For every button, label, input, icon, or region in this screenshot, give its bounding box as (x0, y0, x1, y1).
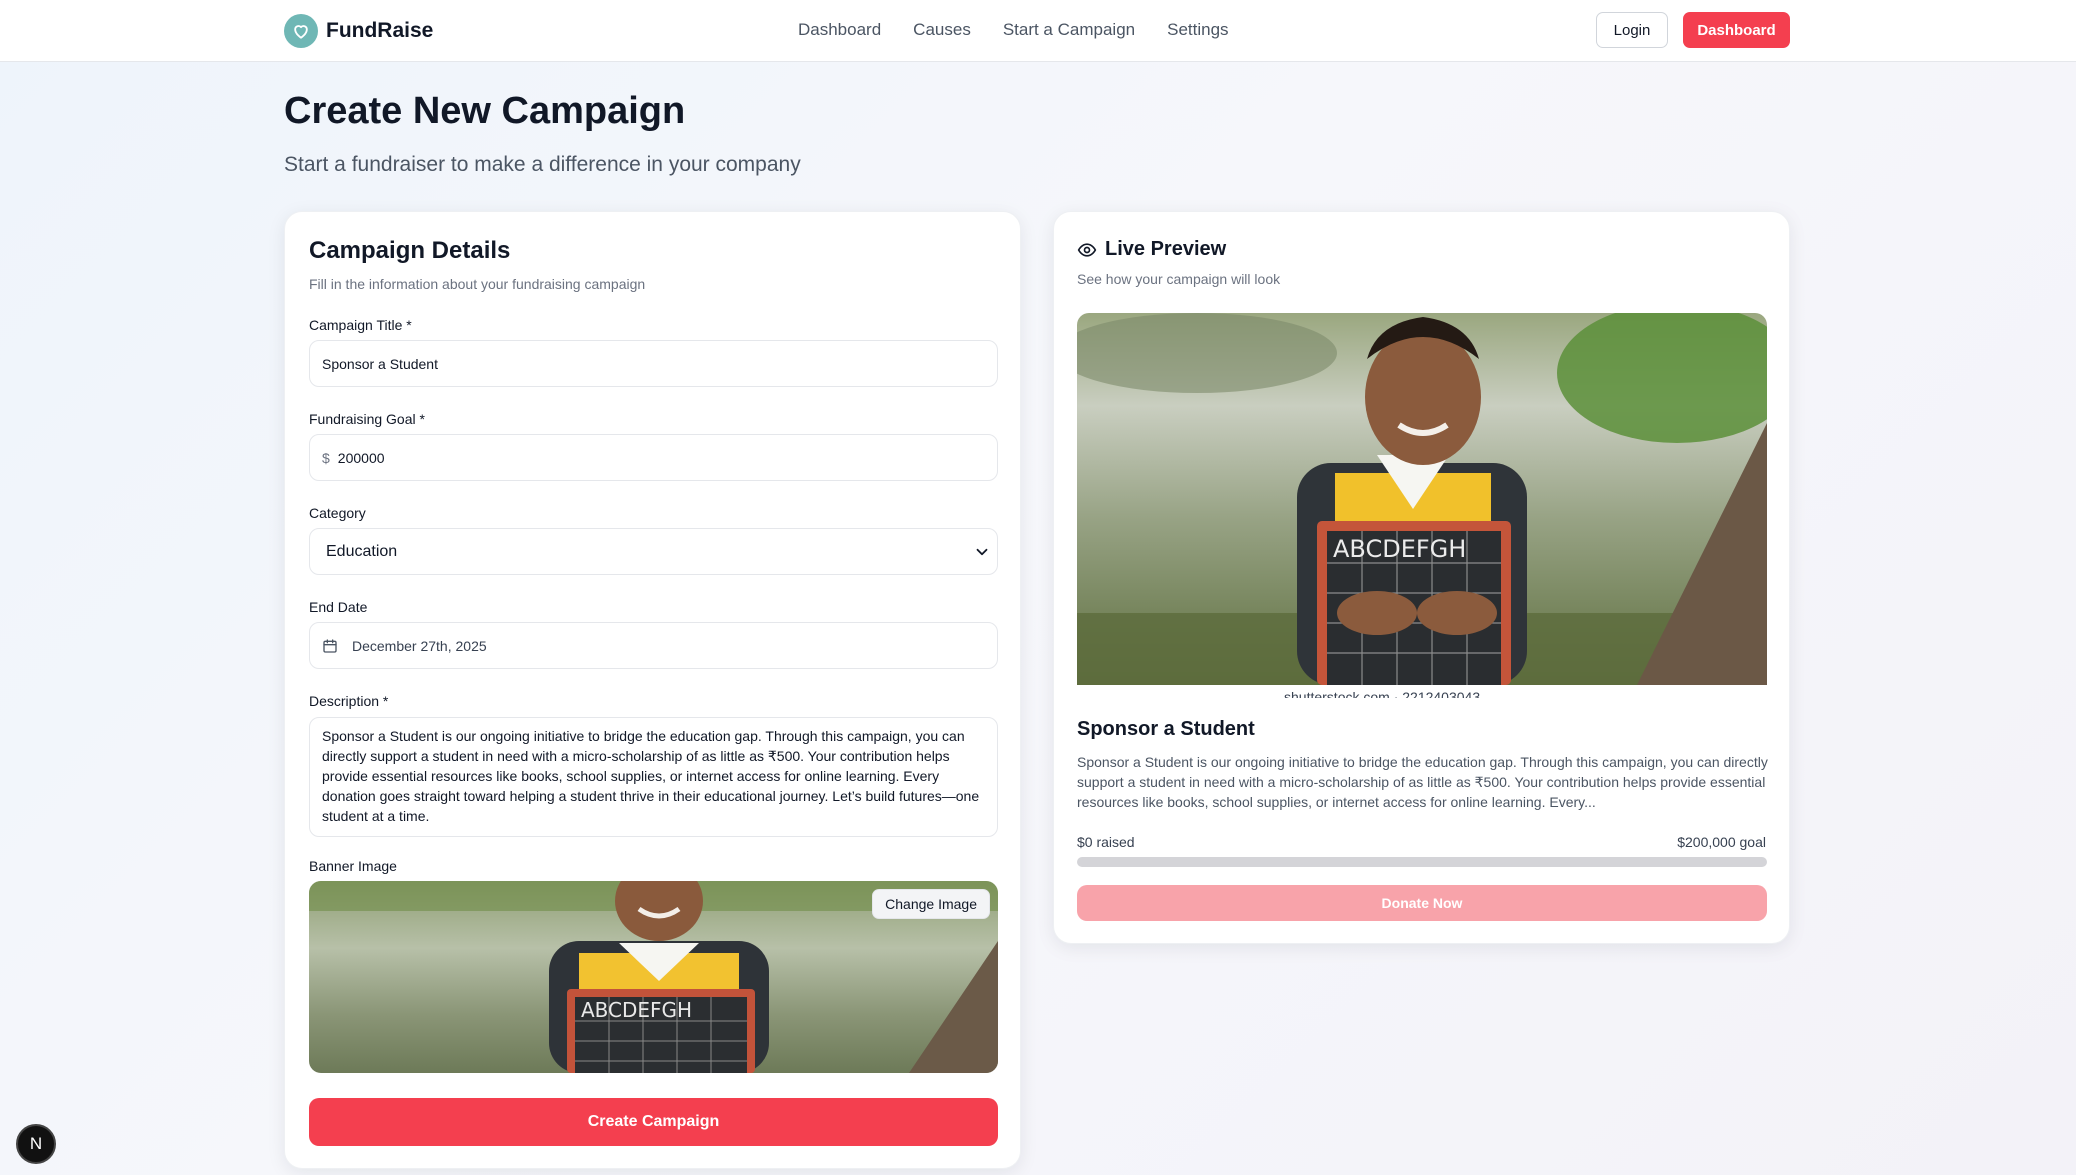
currency-symbol: $ (322, 449, 330, 466)
nav-dashboard[interactable]: Dashboard (798, 20, 881, 40)
end-date-value: December 27th, 2025 (352, 637, 487, 654)
create-campaign-button[interactable]: Create Campaign (309, 1098, 998, 1146)
top-navbar: FundRaise Dashboard Causes Start a Campa… (0, 0, 2076, 62)
chevron-down-icon (973, 543, 991, 566)
preview-photo: ABCDEFGH (1077, 313, 1767, 685)
preview-header: Live Preview (1077, 238, 1226, 261)
raised-amount: $0 raised (1077, 834, 1135, 850)
category-select[interactable]: Education (309, 528, 998, 575)
category-value: Education (326, 542, 398, 560)
preview-image: ABCDEFGH (1077, 313, 1767, 685)
donate-now-button[interactable]: Donate Now (1077, 885, 1767, 921)
banner-image-label: Banner Image (309, 858, 397, 874)
campaign-title-value: Sponsor a Student (322, 355, 438, 372)
image-watermark: shutterstock.com · 2212403043 (1284, 690, 1481, 698)
description-label: Description * (309, 693, 389, 709)
page-title: Create New Campaign (284, 90, 686, 132)
slate-lettering: ABCDEFGH (1333, 535, 1466, 563)
end-date-label: End Date (309, 599, 368, 615)
card-description: Fill in the information about your fundr… (309, 276, 646, 292)
brand-logo[interactable]: FundRaise (284, 14, 433, 48)
nav-start-campaign[interactable]: Start a Campaign (1003, 20, 1135, 40)
campaign-details-card: Campaign Details Fill in the information… (284, 211, 1021, 1169)
live-preview-card: Live Preview See how your campaign will … (1053, 211, 1790, 944)
dashboard-button[interactable]: Dashboard (1683, 12, 1790, 48)
slate-lettering: ABCDEFGH (581, 998, 692, 1022)
campaign-title-label: Campaign Title * (309, 317, 412, 333)
eye-icon (1077, 240, 1097, 260)
main-nav: Dashboard Causes Start a Campaign Settin… (798, 20, 1229, 40)
preview-campaign-description: Sponsor a Student is our ongoing initiat… (1077, 754, 1768, 810)
goal-value: 200000 (337, 449, 385, 466)
nav-causes[interactable]: Causes (913, 20, 971, 40)
login-button[interactable]: Login (1596, 12, 1668, 48)
card-title: Campaign Details (309, 237, 511, 264)
goal-amount: $200,000 goal (1677, 834, 1766, 850)
preview-title: Live Preview (1105, 238, 1227, 260)
preview-subtitle: See how your campaign will look (1077, 271, 1281, 287)
goal-label: Fundraising Goal * (309, 411, 425, 427)
dev-tools-badge[interactable]: N (16, 1124, 56, 1164)
progress-bar (1077, 857, 1767, 867)
description-textarea[interactable]: Sponsor a Student is our ongoing initiat… (309, 717, 998, 837)
campaign-title-input[interactable]: Sponsor a Student (309, 340, 998, 387)
heart-icon (284, 14, 318, 48)
goal-input[interactable]: $ 200000 (309, 434, 998, 481)
brand-name: FundRaise (326, 19, 434, 42)
nav-settings[interactable]: Settings (1167, 20, 1228, 40)
change-image-button[interactable]: Change Image (872, 889, 990, 919)
calendar-icon (322, 638, 338, 654)
banner-image: ABCDEFGH Change Image (309, 881, 998, 1073)
category-label: Category (309, 505, 366, 521)
page-subtitle: Start a fundraiser to make a difference … (284, 153, 801, 176)
preview-campaign-title: Sponsor a Student (1077, 718, 1255, 740)
end-date-picker[interactable]: December 27th, 2025 (309, 622, 998, 669)
